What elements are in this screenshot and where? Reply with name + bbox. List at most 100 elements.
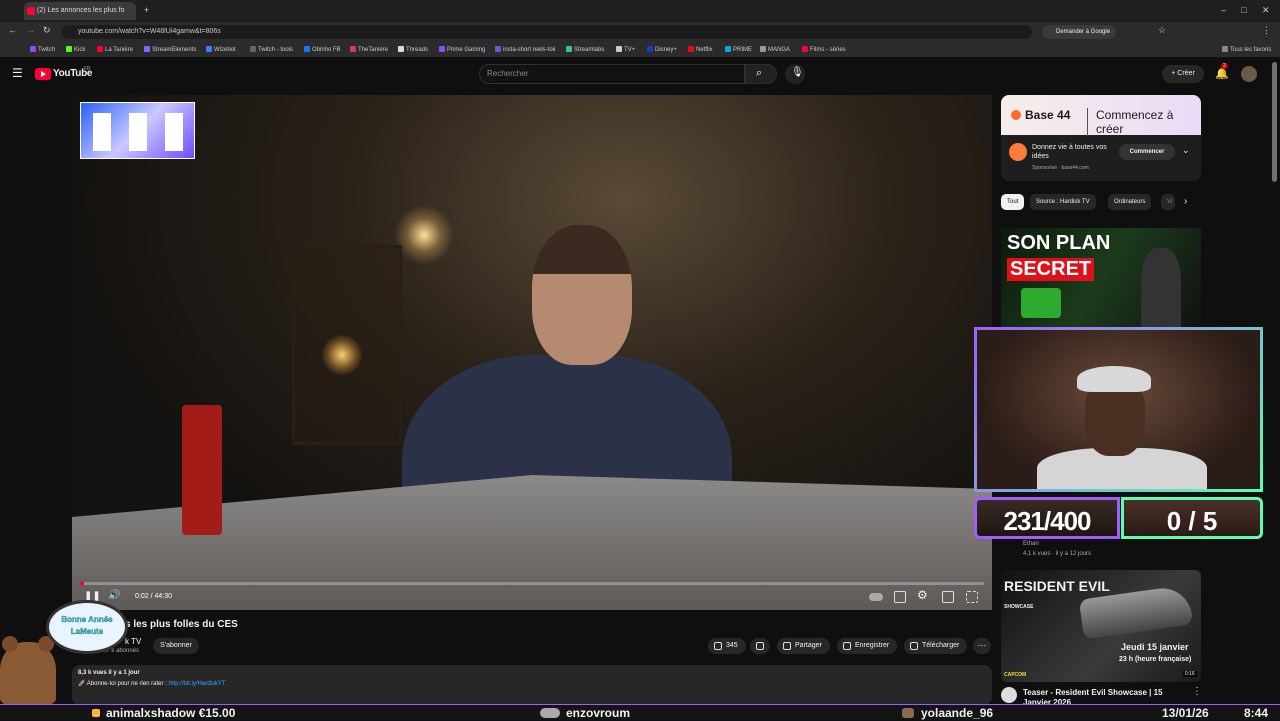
channel-name[interactable]: k TV <box>125 637 141 646</box>
bookmark-thetaniere[interactable]: TheTaniere <box>350 46 388 53</box>
search-input[interactable]: Rechercher <box>479 64 745 84</box>
follower-icon <box>540 708 560 718</box>
reload-icon[interactable]: ↻ <box>43 25 51 36</box>
video-progress-fill <box>80 582 84 585</box>
bookmark-apple-tv[interactable]: TV+ <box>616 46 635 53</box>
twitch-icon <box>30 46 36 52</box>
kick-icon <box>66 46 72 52</box>
instagram-icon <box>350 46 356 52</box>
bookmark-threads[interactable]: Threads <box>398 46 428 53</box>
subtitles-icon[interactable] <box>894 591 906 603</box>
video-progress-bar[interactable] <box>80 582 984 585</box>
ceiling-light <box>394 205 454 265</box>
new-year-speech-bubble: Bonne Année LaMeute <box>46 600 128 654</box>
streamlabs-icon <box>566 46 572 52</box>
ask-google-button[interactable]: Demander à Google <box>1042 25 1117 39</box>
browser-tab[interactable]: (2) Les annonces les plus fo <box>24 2 136 20</box>
url-field[interactable]: youtube.com/watch?v=W48lUi4gamw&t=806s <box>62 25 1032 39</box>
youtube-favicon-icon <box>27 7 35 15</box>
advertiser-icon <box>1009 143 1027 161</box>
chips-next-icon[interactable]: › <box>1184 196 1187 207</box>
bookmark-prime[interactable]: PRIME <box>725 46 752 53</box>
chip-all[interactable]: Tout <box>1001 194 1025 210</box>
recommended-channel-avatar[interactable] <box>1001 687 1017 703</box>
apple-icon <box>616 46 622 52</box>
bookmark-netflix[interactable]: Netflix <box>688 46 713 53</box>
bookmark-streamlabs[interactable]: Streamlabs <box>566 46 604 53</box>
more-actions-button[interactable]: ⋯ <box>973 638 991 654</box>
nvidia-logo-icon <box>1021 288 1061 318</box>
settings-gear-icon[interactable]: ⚙ <box>917 588 928 602</box>
country-code: FR <box>84 66 91 72</box>
recommended-channel[interactable]: Ethan <box>1023 539 1091 549</box>
streamelements-icon <box>144 46 150 52</box>
bookmark-insta-short[interactable]: insta-short reels-tok <box>495 46 556 53</box>
chip-computers[interactable]: Ordinateurs <box>1108 194 1152 210</box>
ad-cta-button[interactable]: Commencer <box>1119 144 1175 160</box>
fullscreen-icon[interactable] <box>966 591 978 603</box>
thumbnail-publisher: CAPCOM <box>1004 672 1027 678</box>
folder-icon <box>495 46 501 52</box>
youtube-logo-icon[interactable] <box>35 68 51 80</box>
secondary-counter: 0 / 5 <box>1121 497 1263 539</box>
new-tab-icon[interactable]: + <box>144 5 149 15</box>
youtube-header: ☰ YouTube FR Rechercher ⌕ 🎙 + Créer 🔔 2 <box>0 58 1280 90</box>
bookmark-manga[interactable]: MANGA <box>760 46 790 53</box>
chip-more[interactable]: Vi <box>1161 194 1175 210</box>
bookmark-la-taniere[interactable]: La Tanière <box>97 46 133 53</box>
star-icon[interactable]: ☆ <box>1158 25 1166 36</box>
all-bookmarks[interactable]: Tous les favoris <box>1222 46 1271 53</box>
menu-dots-icon[interactable]: ⋮ <box>1262 25 1271 36</box>
ticker-time: 8:44 <box>1244 706 1269 720</box>
close-window-icon[interactable]: ✕ <box>1262 5 1270 16</box>
subscribe-button[interactable]: S'abonner <box>153 638 199 654</box>
bookmark-wizebot[interactable]: Wizebot <box>206 46 236 53</box>
minimize-icon[interactable]: – <box>1221 5 1226 15</box>
bookmark-kick[interactable]: Kick <box>66 46 85 53</box>
search-button[interactable]: ⌕ <box>745 64 777 84</box>
bookmark-obinho-fb[interactable]: Obinho FB <box>304 46 341 53</box>
hamburger-menu-icon[interactable]: ☰ <box>12 66 23 80</box>
back-icon[interactable]: ← <box>8 25 17 35</box>
create-button[interactable]: + Créer <box>1162 65 1204 83</box>
bookmark-twitch-tools[interactable]: Twitch - tools <box>250 46 293 53</box>
streamer-webcam <box>974 327 1263 492</box>
description-link[interactable]: http://bit.ly/HardiskYT <box>169 681 226 687</box>
save-button[interactable]: Enregistrer <box>837 638 898 654</box>
thumbnail-hour: 23 h (heure française) <box>1119 656 1192 663</box>
chip-source-channel[interactable]: Source : Hardisk TV <box>1030 194 1096 210</box>
bookmark-films-series[interactable]: Films - séries <box>802 46 846 53</box>
bookmark-prime-gaming[interactable]: Prime Gaming <box>439 46 485 53</box>
recommended-thumbnail-1[interactable]: SON PLAN SECRET <box>1001 228 1201 328</box>
bookmarks-bar: Twitch Kick La Tanière StreamElements Wi… <box>0 42 1280 58</box>
bookmark-twitch[interactable]: Twitch <box>30 46 55 53</box>
sponsored-ad-card[interactable]: Base 44 Commencez à créer Donnez vie à t… <box>1001 95 1201 181</box>
bubble-line2: LaMeute <box>70 627 104 636</box>
miniplayer-icon[interactable] <box>942 591 954 603</box>
chevron-down-icon[interactable]: ⌄ <box>1182 145 1190 156</box>
recommended-thumbnail-2[interactable]: RESIDENT EVIL SHOWCASE Jeudi 15 janvier … <box>1001 570 1201 682</box>
forward-icon[interactable]: → <box>26 25 35 35</box>
dislike-button[interactable] <box>750 638 770 654</box>
video-player[interactable]: ❚❚ 🔊 0:02 / 44:30 ⚙ <box>72 95 992 610</box>
autoplay-toggle[interactable] <box>869 593 883 601</box>
share-button[interactable]: Partager <box>777 638 830 654</box>
folder-icon <box>1222 46 1228 52</box>
thumbnail-brand: RESIDENT EVIL <box>1004 578 1110 594</box>
notifications-bell-icon[interactable]: 🔔 <box>1215 67 1229 80</box>
page-scrollbar[interactable] <box>1272 62 1277 182</box>
like-button[interactable]: 345 <box>708 638 746 654</box>
video-menu-icon[interactable]: ⋮ <box>1192 686 1202 697</box>
account-avatar[interactable] <box>1241 66 1257 82</box>
maximize-icon[interactable]: □ <box>1241 5 1246 15</box>
youtube-icon <box>802 46 808 52</box>
download-button[interactable]: Télécharger <box>904 638 968 654</box>
volume-icon[interactable]: 🔊 <box>108 590 120 601</box>
bookmark-streamelements[interactable]: StreamElements <box>144 46 196 53</box>
voice-search-button[interactable]: 🎙 <box>785 64 805 84</box>
base44-logo-icon <box>1011 110 1021 120</box>
youtube-icon <box>97 46 103 52</box>
thumbnail-text-line2: SECRET <box>1007 258 1095 281</box>
bookmark-disney[interactable]: Disney+ <box>647 46 677 53</box>
prime-gaming-icon <box>439 46 445 52</box>
